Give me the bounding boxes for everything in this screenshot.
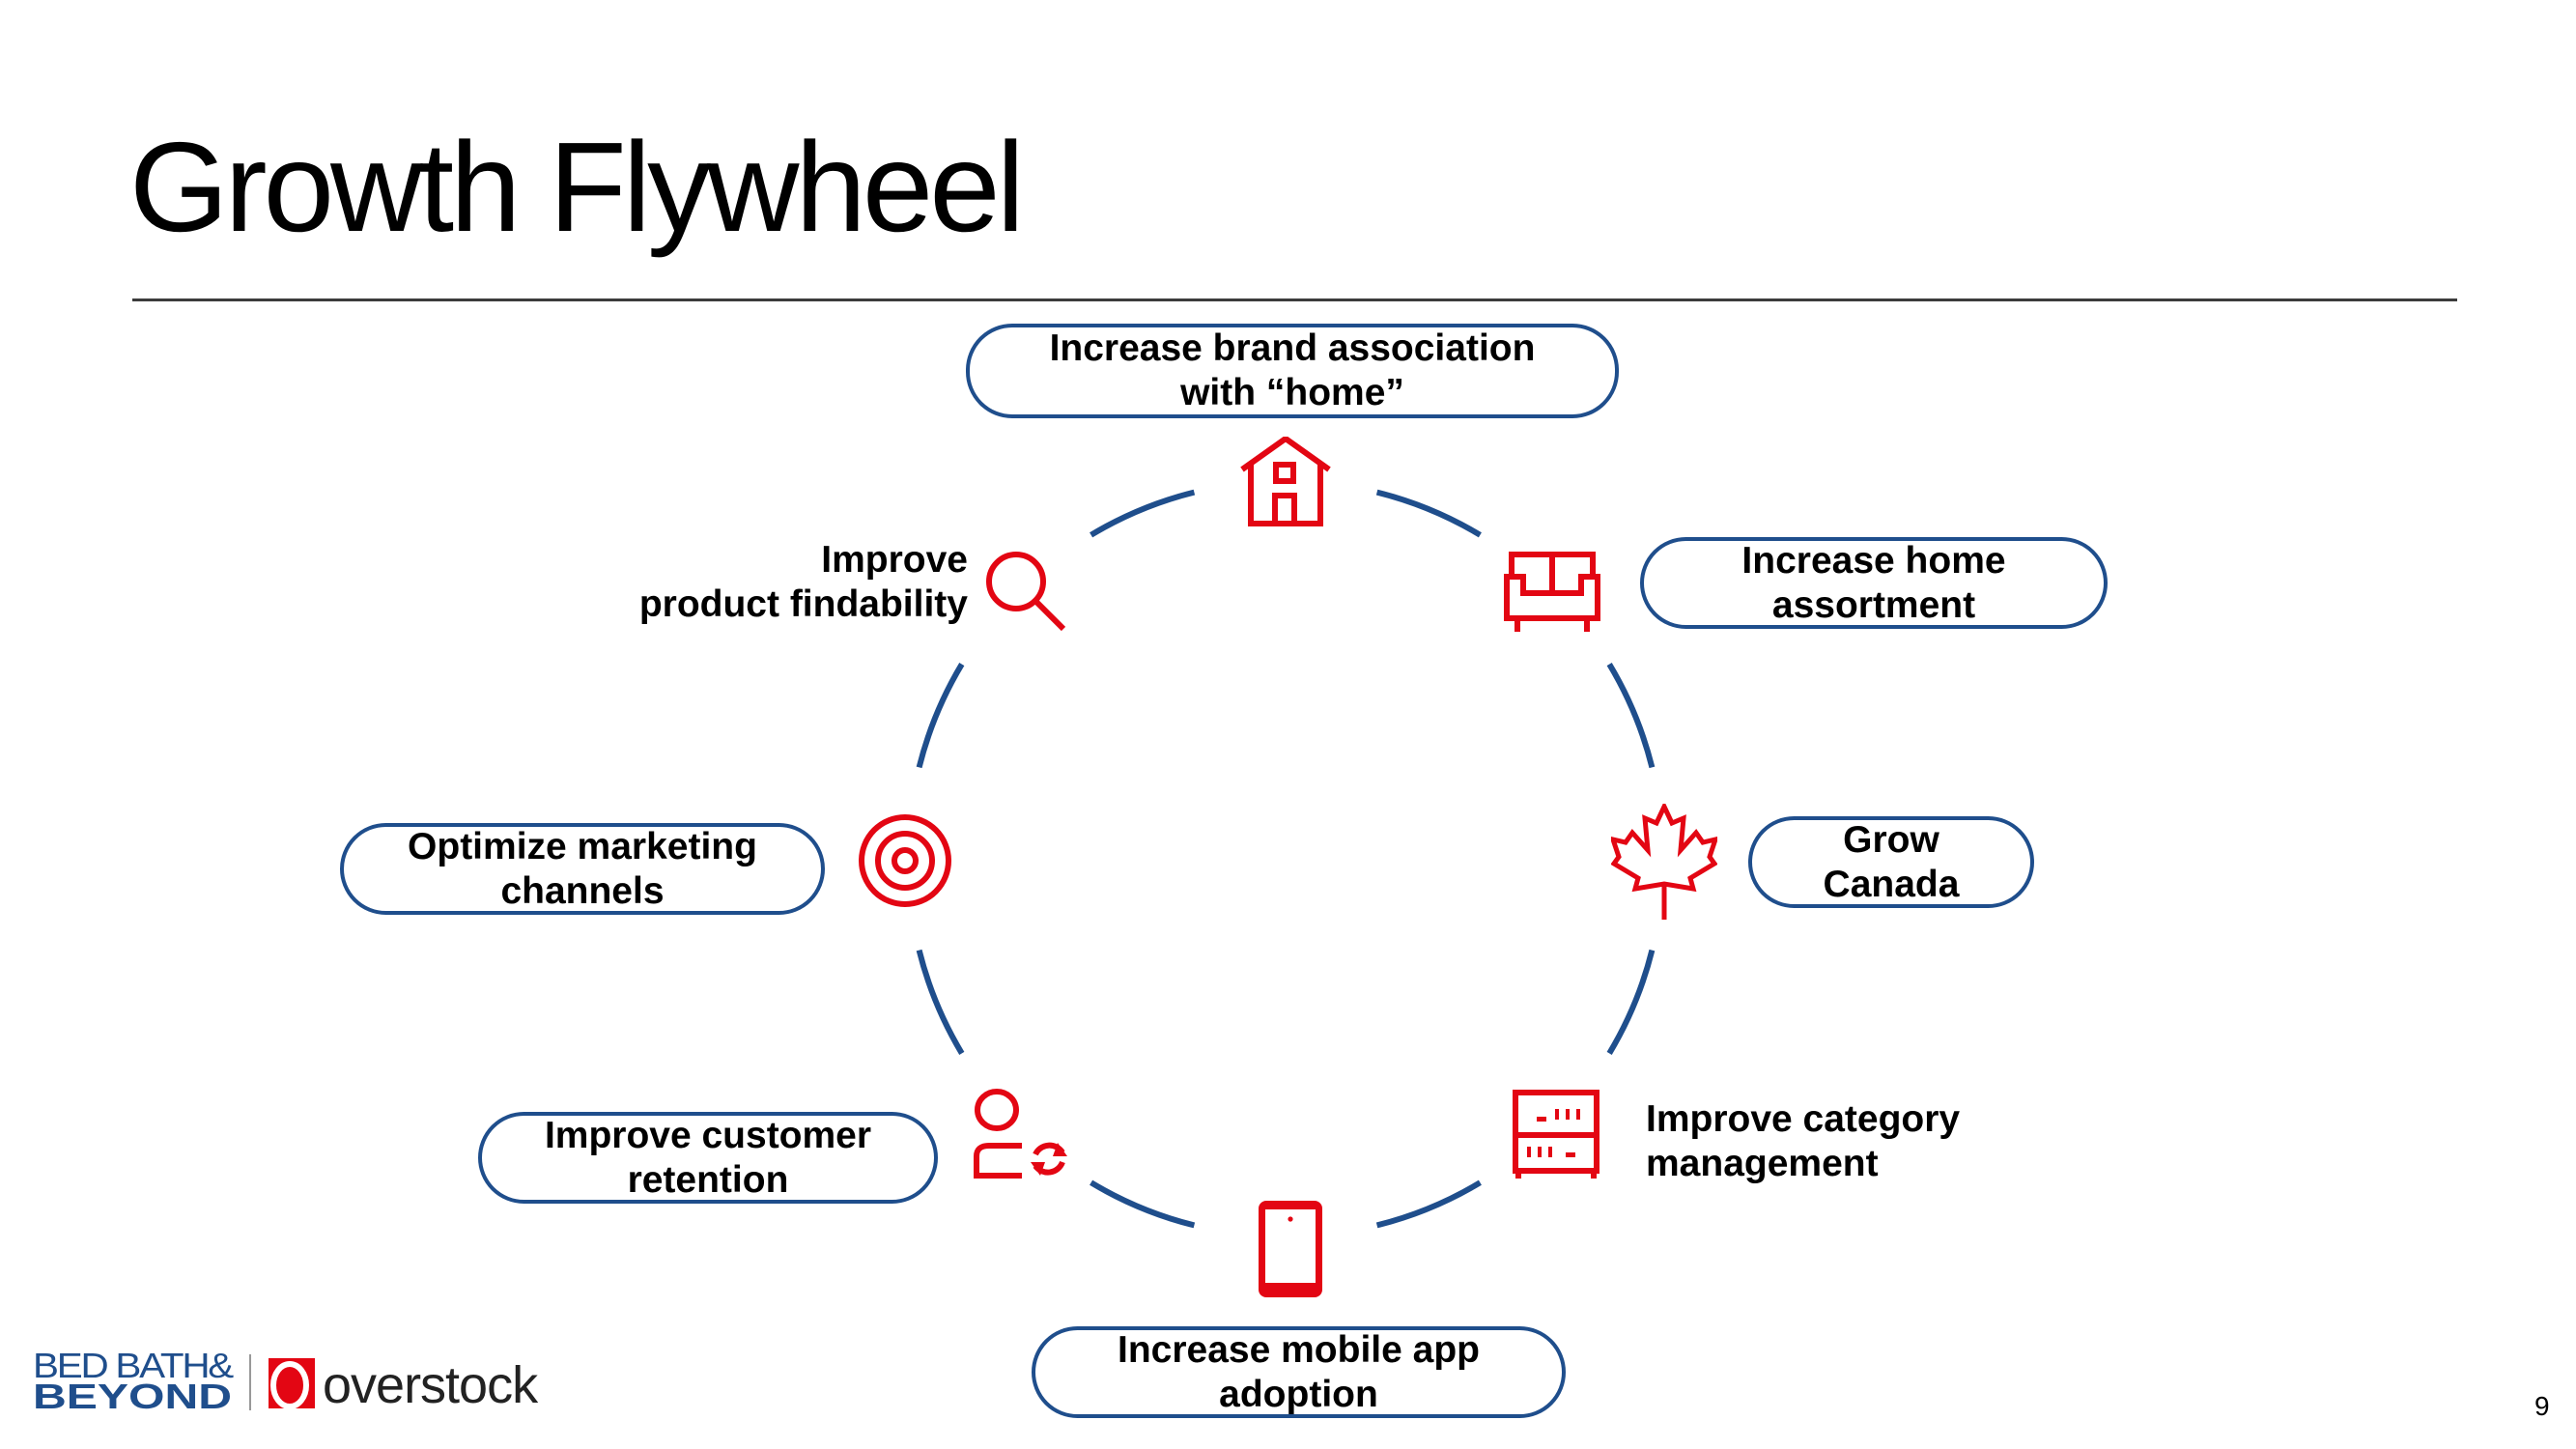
ring-arc-segment bbox=[1090, 1179, 1196, 1229]
logo-overstock-text: overstock bbox=[323, 1356, 539, 1414]
item-customer-retention-box: Improve customer retention bbox=[478, 1112, 938, 1204]
ring-arc-segment bbox=[916, 663, 965, 769]
ring-arc-segment bbox=[1606, 663, 1656, 769]
item-category-management-label: Improve category management bbox=[1646, 1098, 1961, 1184]
ring-arc-segment bbox=[1375, 1179, 1482, 1229]
customer-refresh-icon bbox=[972, 1089, 1068, 1181]
ring-arc-segment bbox=[1606, 949, 1656, 1055]
title-divider bbox=[132, 298, 2457, 301]
house-icon bbox=[1239, 437, 1332, 529]
item-product-findability-label: Improve product findability bbox=[638, 539, 968, 625]
item-mobile-app-label: Increase mobile app adoption bbox=[1118, 1328, 1480, 1415]
item-home-assortment-box: Increase home assortment bbox=[1640, 537, 2108, 629]
overstock-mark-icon bbox=[269, 1358, 315, 1409]
target-icon bbox=[858, 813, 952, 908]
slide-title: Growth Flywheel bbox=[129, 116, 1025, 258]
ring-arc-segment bbox=[1090, 489, 1196, 538]
item-grow-canada-label: Grow Canada bbox=[1823, 818, 1960, 905]
mobile-phone-icon bbox=[1259, 1201, 1322, 1297]
ring-arc-segment bbox=[916, 949, 965, 1055]
item-customer-retention-label: Improve customer retention bbox=[544, 1114, 872, 1201]
logo-bbb-line2: BEYOND bbox=[33, 1377, 232, 1416]
item-marketing-channels-label: Optimize marketing channels bbox=[408, 825, 757, 912]
item-grow-canada-box: Grow Canada bbox=[1748, 816, 2034, 908]
company-logo: BED BATH& BEYOND overstock bbox=[33, 1346, 554, 1416]
ring-arc-segment bbox=[1375, 489, 1482, 538]
maple-leaf-icon bbox=[1611, 804, 1717, 922]
item-home-assortment-label: Increase home assortment bbox=[1741, 539, 2006, 626]
cabinet-icon bbox=[1513, 1090, 1599, 1179]
item-mobile-app-box: Increase mobile app adoption bbox=[1032, 1326, 1566, 1418]
sofa-icon bbox=[1504, 551, 1600, 632]
item-brand-home-box: Increase brand association with “home” bbox=[966, 324, 1619, 418]
page-number: 9 bbox=[2534, 1391, 2550, 1421]
magnifier-icon bbox=[985, 551, 1066, 632]
item-marketing-channels-box: Optimize marketing channels bbox=[340, 823, 825, 915]
item-brand-home-label: Increase brand association with “home” bbox=[1049, 327, 1536, 413]
